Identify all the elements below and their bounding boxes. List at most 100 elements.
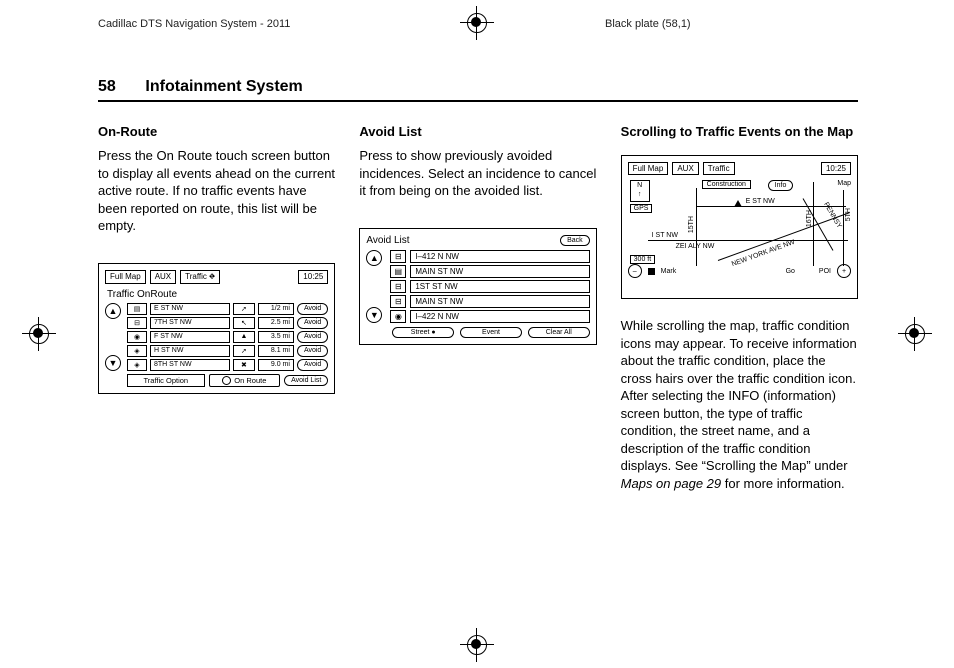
page-number: 58	[98, 78, 116, 95]
traffic-option-button[interactable]: Traffic Option	[127, 374, 205, 387]
row-dist: 2.5 mi	[258, 317, 294, 329]
traffic-row[interactable]: ◈ 8TH ST NW ✖ 9.0 mi Avoid	[127, 359, 328, 371]
column-3: Scrolling to Traffic Events on the Map F…	[621, 124, 858, 500]
scale-badge: 300 ft	[630, 255, 656, 264]
chapter-heading: 58 Infotainment System	[98, 78, 858, 102]
road-label-est: E ST NW	[746, 198, 775, 205]
row-name: 8TH ST NW	[150, 359, 230, 371]
row-name: MAIN ST NW	[410, 295, 589, 308]
row-name: MAIN ST NW	[410, 265, 589, 278]
mark-icon	[648, 268, 655, 275]
on-route-label: On Route	[234, 376, 266, 385]
para-scrolling-1: While scrolling the map, traffic conditi…	[621, 318, 857, 473]
street-label: Street	[411, 329, 430, 336]
on-route-button[interactable]: On Route	[209, 374, 280, 387]
row-dir-icon: ✖	[233, 359, 255, 371]
poi-label: POI	[819, 268, 831, 275]
tab-traffic[interactable]: Traffic⛖	[180, 270, 220, 284]
row-dist: 3.5 mi	[258, 331, 294, 343]
xref-maps: Maps on page 29	[621, 476, 721, 491]
tab-traffic-label: Traffic	[185, 272, 207, 281]
figure2-title: Avoid List	[366, 235, 409, 246]
para-scrolling: While scrolling the map, traffic conditi…	[621, 317, 858, 492]
para-avoid-list: Press to show previously avoided inciden…	[359, 147, 596, 200]
row-icon: ◉	[127, 331, 147, 343]
clock: 10:25	[298, 270, 328, 284]
avoid-row[interactable]: ⊟ MAIN ST NW	[390, 295, 589, 308]
traffic-event-icon	[734, 200, 742, 207]
avoid-row[interactable]: ⊟I–412 N NW	[390, 250, 589, 263]
figure-traffic-onroute: Full Map AUX Traffic⛖ 10:25 Traffic OnRo…	[98, 263, 335, 394]
traffic-row[interactable]: ◈ H ST NW ➚ 8.1 mi Avoid	[127, 345, 328, 357]
tab-traffic[interactable]: Traffic	[703, 162, 735, 175]
info-button[interactable]: Info	[768, 180, 794, 191]
plate-label: Black plate (58,1)	[605, 18, 691, 30]
scroll-down-button[interactable]: ▼	[366, 307, 382, 323]
avoid-button[interactable]: Avoid	[297, 317, 328, 329]
figure-map-scroll: Full Map AUX Traffic 10:25 N↑ GPS Constr…	[621, 155, 858, 299]
para-on-route: Press the On Route touch screen button t…	[98, 147, 335, 235]
tab-full-map[interactable]: Full Map	[628, 162, 669, 175]
figure1-title: Traffic OnRoute	[105, 288, 328, 303]
zoom-out-button[interactable]: –	[628, 264, 642, 278]
row-name: F ST NW	[150, 331, 230, 343]
road-line	[843, 190, 844, 266]
radio-icon	[222, 376, 231, 385]
heading-avoid-list: Avoid List	[359, 124, 596, 139]
scroll-up-button[interactable]: ▲	[366, 250, 382, 266]
map-canvas[interactable]: N↑ GPS Construction Info Map	[628, 178, 851, 278]
scroll-down-button[interactable]: ▼	[105, 355, 121, 371]
row-name: 7TH ST NW	[150, 317, 230, 329]
event-button[interactable]: Event	[460, 327, 522, 338]
avoid-list-button[interactable]: Avoid List	[284, 375, 328, 386]
traffic-row[interactable]: ▤ E ST NW ➚ 1/2 mi Avoid	[127, 303, 328, 315]
row-icon: ⊟	[390, 280, 406, 293]
row-icon: ▤	[390, 265, 406, 278]
scroll-up-button[interactable]: ▲	[105, 303, 121, 319]
road-label-16th: 16TH	[806, 210, 813, 227]
zoom-in-button[interactable]: +	[837, 264, 851, 278]
mark-label: Mark	[661, 268, 677, 275]
traffic-row[interactable]: ◉ F ST NW ▲ 3.5 mi Avoid	[127, 331, 328, 343]
clock: 10:25	[821, 162, 851, 175]
tab-aux[interactable]: AUX	[150, 270, 176, 284]
row-name: I–412 N NW	[410, 250, 589, 263]
row-icon: ⊟	[390, 295, 406, 308]
tab-full-map[interactable]: Full Map	[105, 270, 146, 284]
construction-label: Construction	[702, 180, 751, 189]
avoid-button[interactable]: Avoid	[297, 359, 328, 371]
tab-aux[interactable]: AUX	[672, 162, 698, 175]
avoid-button[interactable]: Avoid	[297, 303, 328, 315]
avoid-row[interactable]: ◉ I–422 N NW	[390, 310, 589, 323]
row-name: H ST NW	[150, 345, 230, 357]
row-dist: 8.1 mi	[258, 345, 294, 357]
road-label-zei: ZEI ALY NW	[676, 243, 715, 250]
row-icon: ◈	[127, 359, 147, 371]
heading-on-route: On-Route	[98, 124, 335, 139]
back-button[interactable]: Back	[560, 235, 590, 246]
road-line	[648, 240, 848, 241]
avoid-button[interactable]: Avoid	[297, 345, 328, 357]
avoid-button[interactable]: Avoid	[297, 331, 328, 343]
compass-icon: N↑	[630, 180, 650, 202]
avoid-row[interactable]: ⊟1ST ST NW	[390, 280, 589, 293]
para-scrolling-2: for more information.	[721, 476, 845, 491]
row-dir-icon: ➚	[233, 345, 255, 357]
registration-mark-bottom	[460, 628, 494, 662]
clear-all-button[interactable]: Clear All	[528, 327, 590, 338]
row-icon: ◉	[390, 310, 406, 323]
map-button[interactable]: Map	[837, 180, 851, 187]
row-name: I–422 N NW	[410, 310, 589, 323]
road-label-5th: 5TH	[845, 208, 852, 221]
row-dist: 1/2 mi	[258, 303, 294, 315]
registration-mark-left	[22, 317, 56, 351]
dot-icon: ●	[431, 329, 435, 336]
doc-title: Cadillac DTS Navigation System - 2011	[98, 18, 290, 30]
street-button[interactable]: Street ●	[392, 327, 454, 338]
row-icon: ◈	[127, 345, 147, 357]
traffic-row[interactable]: ⊟ 7TH ST NW ↖ 2.5 mi Avoid	[127, 317, 328, 329]
road-label-15th: 15TH	[688, 216, 695, 233]
gps-badge: GPS	[630, 204, 653, 213]
column-2: Avoid List Press to show previously avoi…	[359, 124, 596, 500]
avoid-row[interactable]: ▤ MAIN ST NW	[390, 265, 589, 278]
